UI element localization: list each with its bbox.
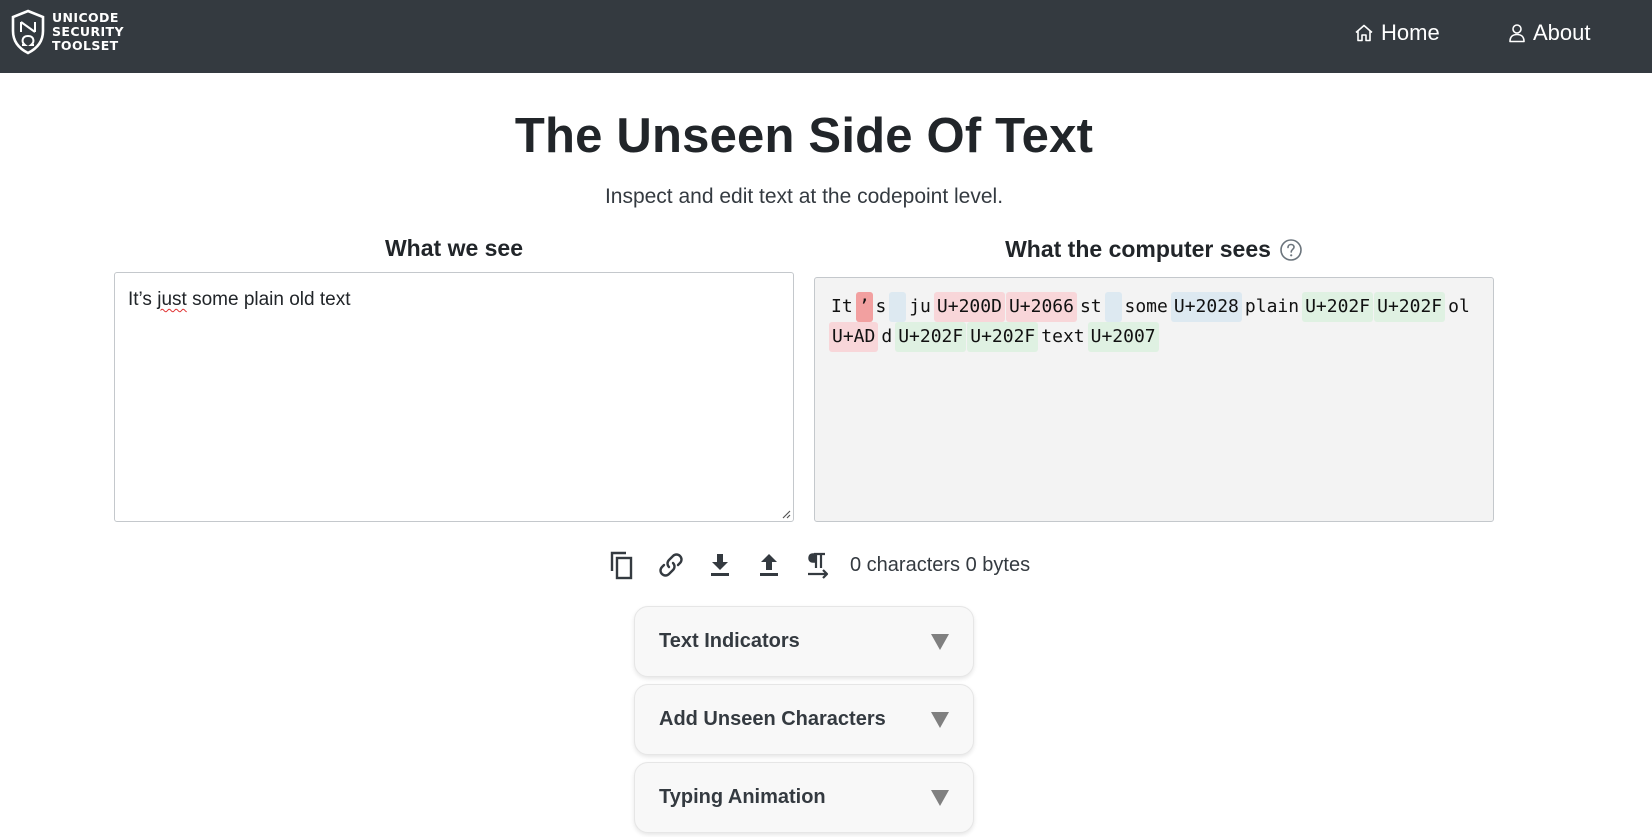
- codepoint-token[interactable]: U+202F: [895, 322, 967, 352]
- text-input-area[interactable]: It’s just some plain old text: [114, 272, 794, 522]
- home-icon: [1355, 24, 1373, 42]
- editor-text-spellcheck: just: [157, 289, 187, 310]
- action-toolbar: 0 characters 0 bytes: [597, 547, 1030, 583]
- codepoint-token[interactable]: s: [874, 292, 889, 322]
- upload-button[interactable]: [744, 547, 793, 583]
- nav-about-link[interactable]: About: [1508, 18, 1591, 48]
- codepoint-token[interactable]: plain: [1243, 292, 1301, 322]
- accordion-label: Text Indicators: [659, 630, 800, 652]
- computer-sees-heading-row: What the computer sees: [814, 236, 1494, 263]
- codepoint-token[interactable]: U+200D: [933, 292, 1005, 322]
- accordion-add-unseen-characters[interactable]: Add Unseen Characters: [634, 684, 974, 755]
- codepoint-token[interactable]: It: [829, 292, 855, 322]
- codepoint-token[interactable]: U+2007: [1087, 322, 1159, 352]
- codepoint-token[interactable]: ju: [907, 292, 933, 322]
- codepoint-token[interactable]: U+202F: [967, 322, 1039, 352]
- page-title: The Unseen Side Of Text: [514, 109, 1094, 163]
- character-byte-count: 0 characters 0 bytes: [850, 553, 1031, 576]
- codepoint-token[interactable]: U+2028: [1170, 292, 1242, 322]
- codepoint-token[interactable]: U+202F: [1302, 292, 1374, 322]
- brand-line: TOOLSET: [52, 38, 119, 53]
- page-subtitle: Inspect and edit text at the codepoint l…: [604, 185, 1004, 208]
- nav-home-label: Home: [1381, 20, 1440, 45]
- download-button[interactable]: [695, 547, 744, 583]
- codepoint-view[interactable]: It’ s ju U+200D U+2066 st some U+2028 plain U+2…: [814, 277, 1494, 522]
- nav-about-label: About: [1533, 20, 1591, 45]
- upload-icon: [759, 554, 778, 576]
- caret-down-icon: [931, 633, 949, 650]
- accordion-label: Add Unseen Characters: [659, 708, 886, 730]
- resize-handle-icon[interactable]: [781, 509, 791, 519]
- codepoint-token[interactable]: d: [879, 322, 894, 352]
- caret-down-icon: [931, 711, 949, 728]
- question-circle-icon[interactable]: [1279, 238, 1303, 262]
- editor-text: some plain old text: [186, 289, 351, 310]
- download-icon: [710, 554, 729, 576]
- accordion-text-indicators[interactable]: Text Indicators: [634, 606, 974, 677]
- codepoint-token[interactable]: [889, 292, 907, 322]
- brand-line: UNICODE: [52, 10, 119, 25]
- user-icon: [1509, 24, 1525, 43]
- codepoint-token[interactable]: [1104, 292, 1122, 322]
- text-direction-button[interactable]: [793, 547, 842, 583]
- codepoint-token[interactable]: ol: [1446, 292, 1472, 322]
- codepoint-token[interactable]: ’: [855, 292, 873, 322]
- codepoint-token[interactable]: text: [1039, 322, 1086, 352]
- codepoint-token[interactable]: some: [1123, 292, 1170, 322]
- accordion-label: Typing Animation: [659, 786, 826, 808]
- accordion-typing-animation[interactable]: Typing Animation: [634, 762, 974, 833]
- text-direction-icon: [807, 552, 828, 579]
- codepoint-token[interactable]: U+202F: [1374, 292, 1446, 322]
- brand-logo[interactable]: UNICODE SECURITY TOOLSET: [10, 9, 124, 55]
- what-we-see-heading: What we see: [384, 235, 524, 261]
- codepoint-token[interactable]: U+2066: [1005, 292, 1077, 322]
- navbar: UNICODE SECURITY TOOLSET Home About: [0, 0, 1652, 73]
- brand-text: UNICODE SECURITY TOOLSET: [52, 11, 124, 53]
- copy-icon: [610, 551, 632, 580]
- editor-text: It’s: [128, 289, 158, 310]
- computer-sees-heading: What the computer sees: [1005, 236, 1271, 262]
- codepoint-token[interactable]: st: [1078, 292, 1104, 322]
- share-link-button[interactable]: [646, 547, 695, 583]
- nav-home-link[interactable]: Home: [1354, 18, 1440, 48]
- codepoint-token[interactable]: U+AD: [829, 322, 879, 352]
- caret-down-icon: [931, 789, 949, 806]
- shield-logo-icon: [11, 9, 45, 55]
- link-icon: [658, 553, 683, 577]
- brand-line: SECURITY: [52, 24, 124, 39]
- copy-button[interactable]: [597, 547, 646, 583]
